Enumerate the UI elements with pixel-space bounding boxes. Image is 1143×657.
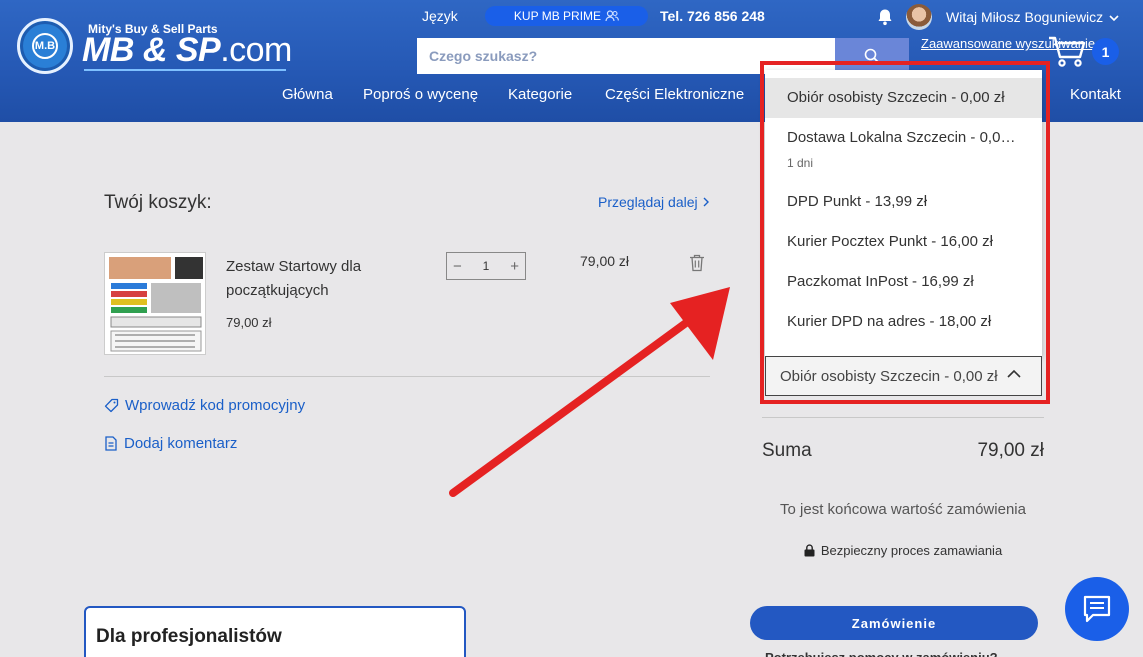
- browse-more-label: Przeglądaj dalej: [598, 194, 698, 210]
- logo-underline: [84, 69, 286, 71]
- promo-code-link[interactable]: Wprowadź kod promocyjny: [104, 397, 305, 414]
- user-greeting-text: Witaj Miłosz Boguniewicz: [946, 9, 1104, 25]
- highlight-box: [760, 61, 1050, 404]
- logo-emblem[interactable]: M.B: [17, 18, 73, 74]
- nav-item-contact[interactable]: Kontakt: [1070, 86, 1121, 103]
- cart-icon[interactable]: [1047, 34, 1087, 68]
- chevron-right-icon: [703, 197, 709, 207]
- product-unit-price: 79,00 zł: [226, 315, 272, 330]
- secure-checkout-note: Bezpieczny proces zamawiania: [762, 543, 1044, 558]
- total-value: 79,00 zł: [977, 440, 1044, 461]
- avatar[interactable]: [906, 4, 932, 30]
- tag-icon: [104, 398, 119, 413]
- prime-label: KUP MB PRIME: [513, 9, 602, 23]
- nav-item-home[interactable]: Główna: [282, 86, 333, 103]
- logo-wordmark[interactable]: MB & SP.com: [82, 31, 292, 70]
- order-help-text: Potrzebujesz pomocy w zamówieniu?: [765, 650, 1025, 657]
- product-thumbnail[interactable]: [104, 252, 206, 355]
- prime-button[interactable]: KUP MB PRIME: [485, 6, 648, 26]
- cart-title: Twój koszyk:: [104, 192, 212, 213]
- nav-item-quote[interactable]: Poproś o wycenę: [363, 86, 478, 103]
- promo-code-label: Wprowadź kod promocyjny: [125, 397, 306, 414]
- add-comment-label: Dodaj komentarz: [124, 435, 238, 452]
- order-button[interactable]: Zamówienie: [750, 606, 1038, 640]
- product-name[interactable]: Zestaw Startowy dla początkujących: [226, 255, 386, 303]
- logo-badge-text: M.B: [32, 33, 58, 59]
- quantity-value[interactable]: 1: [483, 259, 490, 273]
- line-total: 79,00 zł: [580, 253, 630, 269]
- chevron-down-icon: [1109, 15, 1119, 22]
- total-label: Suma: [762, 440, 812, 461]
- language-selector[interactable]: Język: [422, 8, 458, 24]
- professionals-title: Dla profesjonalistów: [96, 626, 282, 647]
- phone-number: Tel. 726 856 248: [660, 8, 765, 24]
- secure-checkout-label: Bezpieczny proces zamawiania: [820, 543, 1003, 558]
- logo-text-main: MB & SP: [82, 31, 221, 69]
- nav-item-categories[interactable]: Kategorie: [508, 86, 572, 103]
- bell-icon[interactable]: [876, 8, 894, 26]
- user-greeting[interactable]: Witaj Miłosz Boguniewicz: [946, 9, 1119, 25]
- professionals-panel: Dla profesjonalistów: [84, 606, 466, 657]
- summary-divider: [762, 417, 1044, 418]
- arrow-annotation: [449, 287, 730, 497]
- quantity-decrease-button[interactable]: −: [453, 258, 462, 275]
- cart-count-badge[interactable]: 1: [1092, 38, 1119, 65]
- trash-icon[interactable]: [689, 254, 705, 272]
- add-comment-link[interactable]: Dodaj komentarz: [104, 435, 237, 452]
- product-image: [109, 257, 203, 352]
- note-icon: [105, 436, 117, 451]
- logo-text-domain: .com: [220, 31, 292, 69]
- users-icon: [605, 10, 619, 22]
- lock-icon: [804, 544, 815, 557]
- chat-icon: [1083, 595, 1111, 623]
- nav-item-electronic-parts[interactable]: Części Elektroniczne: [605, 86, 744, 103]
- quantity-increase-button[interactable]: +: [510, 258, 519, 275]
- chat-button[interactable]: [1065, 577, 1129, 641]
- browse-more-link[interactable]: Przeglądaj dalej: [598, 194, 710, 210]
- final-value-note: To jest końcowa wartość zamówienia: [780, 501, 1026, 518]
